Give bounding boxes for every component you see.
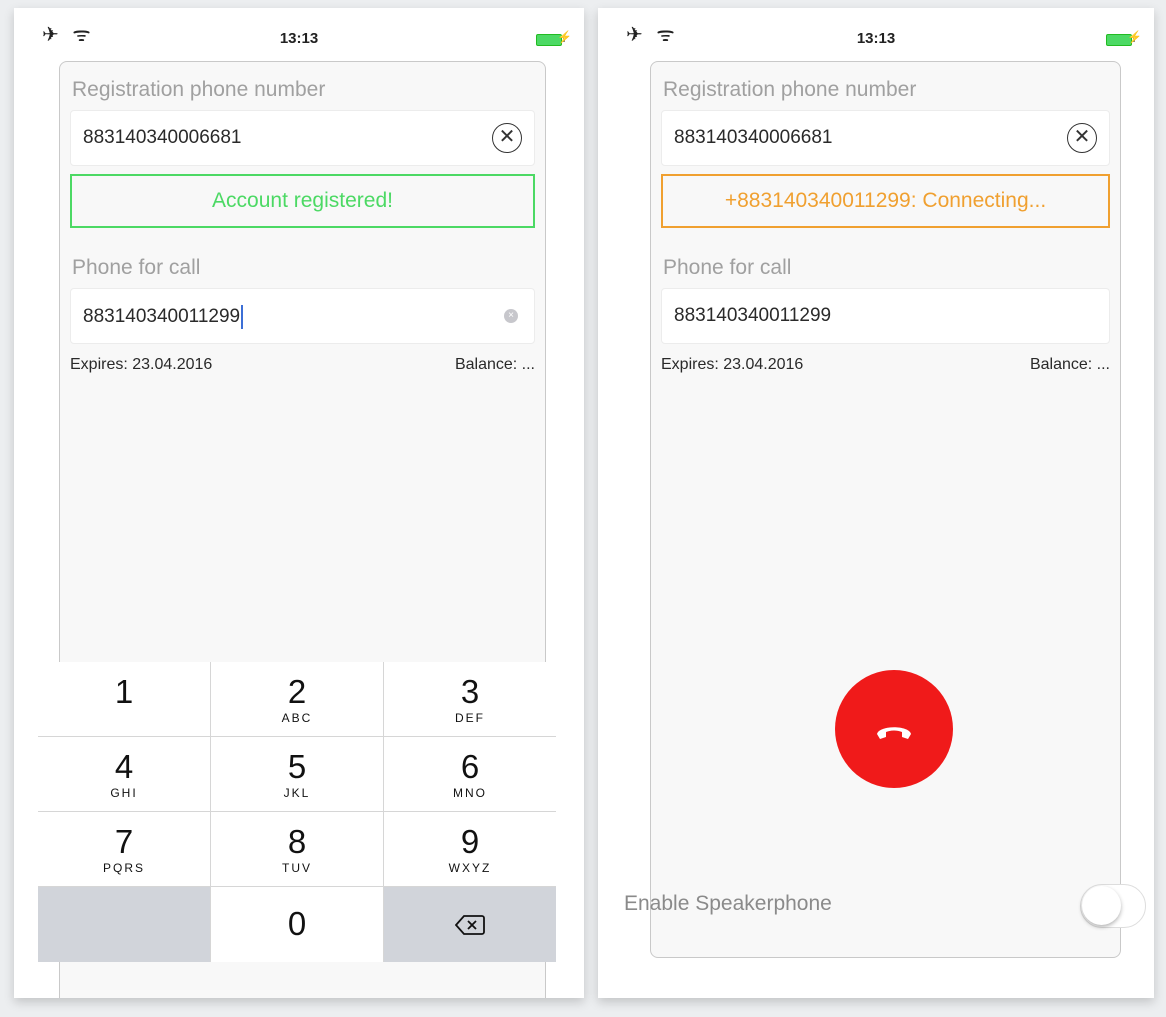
key-blank bbox=[38, 887, 210, 962]
speakerphone-label: Enable Speakerphone bbox=[624, 892, 832, 915]
clear-icon[interactable]: ✕ bbox=[1067, 123, 1097, 153]
keypad-divider bbox=[383, 662, 384, 962]
status-bar: ✈ ᯤ 13:13 ⚡ bbox=[598, 8, 1154, 54]
registration-value: 883140340006681 bbox=[83, 127, 242, 148]
status-time: 13:13 bbox=[856, 30, 896, 47]
status-message-box: Account registered! bbox=[70, 174, 535, 228]
status-message: Account registered! bbox=[212, 189, 393, 212]
phone-for-call-value: 883140340011299 bbox=[674, 305, 832, 326]
speakerphone-toggle[interactable] bbox=[1080, 884, 1146, 928]
keypad-divider bbox=[210, 662, 211, 962]
phone-for-call-label: Phone for call bbox=[72, 256, 201, 279]
registration-field[interactable]: 883140340006681 ✕ bbox=[70, 110, 535, 166]
clear-icon[interactable]: ✕ bbox=[492, 123, 522, 153]
toggle-knob bbox=[1082, 886, 1121, 925]
status-time: 13:13 bbox=[279, 30, 319, 47]
key-7[interactable]: 7 PQRS bbox=[38, 812, 210, 887]
charging-icon: ⚡ bbox=[557, 30, 572, 44]
phone-for-call-field[interactable]: 883140340011299 × bbox=[70, 288, 535, 344]
key-8[interactable]: 8 TUV bbox=[211, 812, 383, 887]
key-3[interactable]: 3 DEF bbox=[384, 662, 556, 737]
phone-screen-left: ✈ ᯤ 13:13 ⚡ Registration phone number 88… bbox=[14, 8, 584, 998]
key-6[interactable]: 6 MNO bbox=[384, 737, 556, 812]
key-2[interactable]: 2 ABC bbox=[211, 662, 383, 737]
status-message: +883140340011299: Connecting... bbox=[724, 189, 1047, 212]
balance-text: Balance: ... bbox=[454, 356, 535, 373]
backspace-icon bbox=[454, 915, 485, 935]
numeric-keypad: 1 2 ABC 3 DEF 4 GHI 5 JKL 6 MNO 7 PQRS 8 TUV 9W… bbox=[38, 662, 584, 962]
charging-icon: ⚡ bbox=[1127, 30, 1142, 44]
key-5[interactable]: 5 JKL bbox=[211, 737, 383, 812]
key-9[interactable]: 9 WXYZ bbox=[384, 812, 556, 887]
phone-screen-right: ✈ ᯤ 13:13 ⚡ Registration phone number 88… bbox=[598, 8, 1154, 998]
main-panel: Registration phone number 88314034000668… bbox=[650, 61, 1121, 958]
registration-label: Registration phone number bbox=[663, 78, 917, 101]
expires-text: Expires: 23.04.2016 bbox=[661, 356, 804, 373]
registration-value: 883140340006681 bbox=[674, 127, 833, 148]
phone-for-call-value: 883140340011299 bbox=[83, 305, 244, 329]
key-1[interactable]: 1 bbox=[38, 662, 210, 737]
key-0[interactable]: 0 bbox=[211, 887, 383, 962]
text-cursor bbox=[241, 305, 244, 329]
clear-small-icon[interactable]: × bbox=[504, 309, 518, 323]
status-bar: ✈ ᯤ 13:13 ⚡ bbox=[14, 8, 584, 54]
hang-up-icon bbox=[877, 727, 911, 739]
expires-text: Expires: 23.04.2016 bbox=[70, 356, 213, 373]
end-call-button[interactable] bbox=[835, 670, 953, 788]
phone-for-call-field[interactable]: 883140340011299 bbox=[661, 288, 1110, 344]
registration-label: Registration phone number bbox=[72, 78, 326, 101]
delete-key[interactable] bbox=[384, 887, 556, 962]
phone-for-call-label: Phone for call bbox=[663, 256, 792, 279]
key-4[interactable]: 4 GHI bbox=[38, 737, 210, 812]
status-message-box: +883140340011299: Connecting... bbox=[661, 174, 1110, 228]
registration-field[interactable]: 883140340006681 ✕ bbox=[661, 110, 1110, 166]
balance-text: Balance: ... bbox=[1029, 356, 1110, 373]
